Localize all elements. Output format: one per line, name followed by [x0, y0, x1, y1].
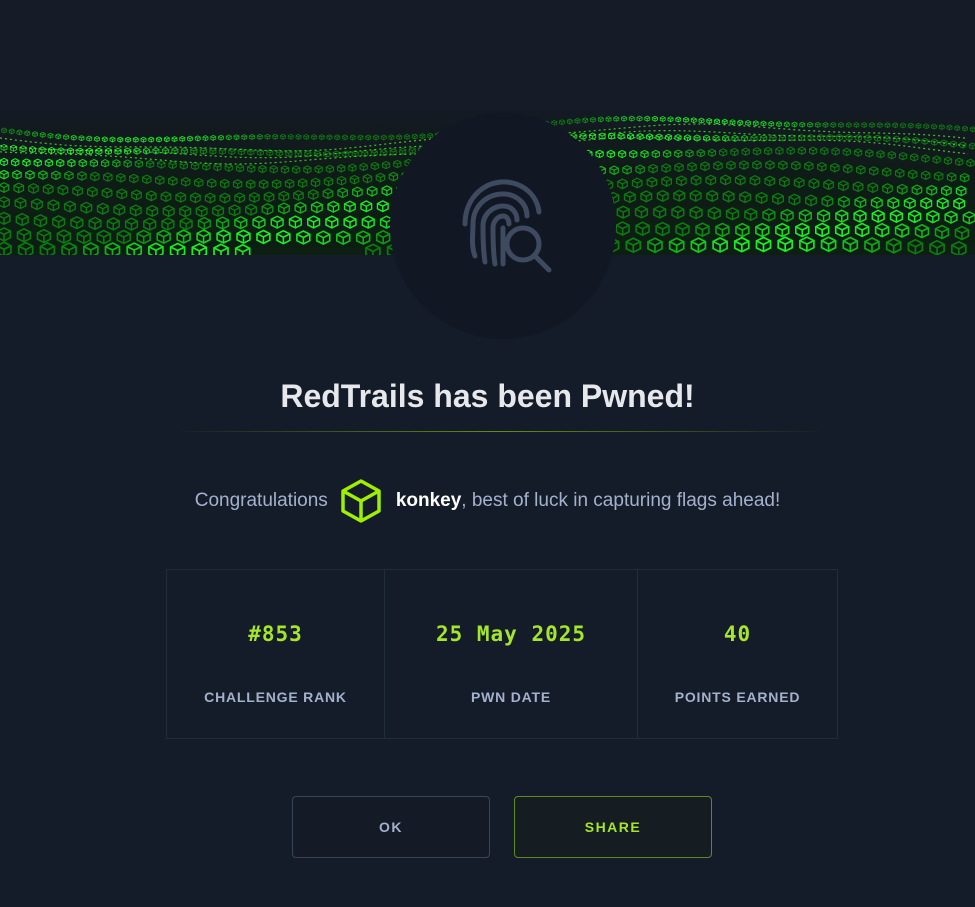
fingerprint-search-icon [462, 179, 552, 273]
pwn-date-label: PWN DATE [470, 689, 552, 705]
congrats-suffix: , best of luck in capturing flags ahead! [461, 490, 781, 511]
username[interactable]: konkey [396, 490, 461, 512]
stat-challenge-rank: #853 CHALLENGE RANK [167, 570, 385, 738]
cube-icon [340, 478, 382, 524]
title-divider [175, 431, 825, 432]
stat-points-earned: 40 POINTS EARNED [638, 570, 837, 738]
stat-pwn-date: 25 May 2025 PWN DATE [385, 570, 638, 738]
congratulations-message: Congratulations konkey , best of luck in… [0, 478, 975, 524]
congrats-prefix: Congratulations [194, 490, 328, 511]
page-title: RedTrails has been Pwned! [280, 378, 695, 414]
challenge-badge [390, 113, 616, 339]
challenge-rank-value: #853 [248, 622, 303, 646]
ok-button[interactable]: OK [292, 796, 490, 858]
challenge-rank-label: CHALLENGE RANK [204, 689, 347, 705]
points-earned-value: 40 [723, 622, 752, 646]
points-earned-label: POINTS EARNED [674, 689, 801, 705]
pwn-date-value: 25 May 2025 [435, 622, 587, 646]
top-background [0, 0, 975, 110]
stats-panel: #853 CHALLENGE RANK 25 May 2025 PWN DATE… [166, 569, 838, 739]
share-button[interactable]: SHARE [514, 796, 712, 858]
